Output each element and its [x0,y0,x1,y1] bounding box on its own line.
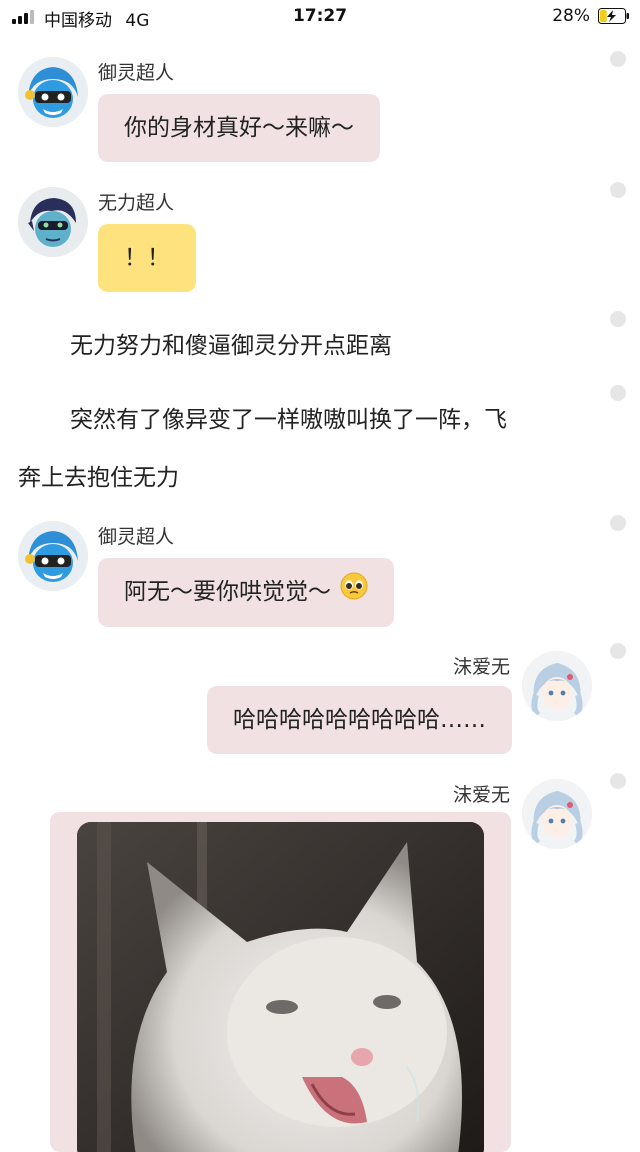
avatar[interactable] [522,779,592,849]
sender-name: 沫爱无 [452,784,510,806]
cat-photo[interactable] [77,822,484,1152]
menu-dot[interactable] [610,51,626,67]
pleading-face-icon [340,559,368,627]
sender-name: 御灵超人 [98,62,175,84]
battery-percent: 28% [552,6,590,26]
sender-name: 无力超人 [98,192,175,214]
anime-girl-avatar-icon [522,651,592,721]
message-text: 阿无～要你哄觉觉～ [124,579,331,605]
narration-text: 无力努力和傻逼御灵分开点距离 [70,333,392,359]
battery-charging-icon [598,8,629,24]
narration-line: 突然有了像异变了一样嗷嗷叫换了一阵，飞 [70,407,507,433]
image-message-bubble[interactable] [50,812,511,1152]
sender-name: 沫爱无 [452,656,510,678]
message-bubble[interactable]: ！！ [98,224,196,292]
menu-dot[interactable] [610,311,626,327]
hero-avatar-icon [18,187,88,257]
hero-avatar-icon [18,521,88,591]
message-bubble[interactable]: 阿无～要你哄觉觉～ [98,558,395,627]
clock: 17:27 [292,6,348,26]
crying-cat-image [77,822,484,1152]
sender-name: 御灵超人 [98,526,175,548]
menu-dot[interactable] [610,643,626,659]
anime-girl-avatar-icon [522,779,592,849]
menu-dot[interactable] [610,515,626,531]
narration-text: 突然有了像异变了一样嗷嗷叫换了一阵，飞 奔上去抱住无力 [18,391,618,507]
status-bar: 中国移动 4G 17:27 28% [0,0,640,34]
message-bubble[interactable]: 你的身材真好～来嘛～ [98,94,380,162]
avatar[interactable] [18,521,88,591]
hero-avatar-icon [18,57,88,127]
menu-dot[interactable] [610,773,626,789]
narration-line: 奔上去抱住无力 [18,465,179,491]
menu-dot[interactable] [610,182,626,198]
message-bubble[interactable]: 哈哈哈哈哈哈哈哈哈…… [207,686,512,754]
avatar[interactable] [18,187,88,257]
avatar[interactable] [522,651,592,721]
avatar[interactable] [18,57,88,127]
